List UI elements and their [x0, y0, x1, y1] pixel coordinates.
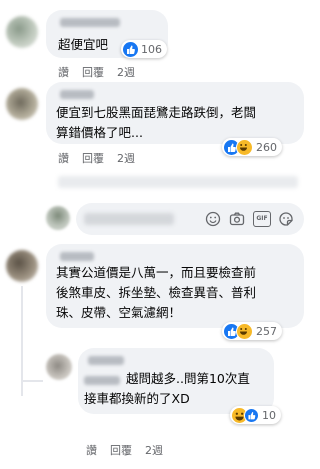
like-link[interactable]: 讚 [58, 64, 69, 80]
reply-link[interactable]: 回覆 [82, 150, 104, 166]
view-replies-link[interactable] [58, 176, 298, 188]
camera-icon[interactable] [229, 211, 245, 227]
reaction-count: 106 [141, 42, 162, 56]
gif-icon[interactable]: GIF [253, 211, 271, 227]
sticker-icon[interactable] [278, 211, 294, 227]
comment-avatar[interactable] [6, 88, 38, 120]
like-reaction-icon [244, 407, 259, 423]
commenter-name[interactable] [60, 18, 120, 27]
like-reaction-icon [123, 41, 138, 57]
comment-avatar[interactable] [6, 250, 38, 282]
haha-reaction-icon [236, 138, 253, 156]
reply-text: 越問越多..問第10次直 [126, 371, 250, 386]
like-link[interactable]: 讚 [58, 150, 69, 166]
comment-actions: 讚回覆 2週 [58, 64, 148, 80]
timestamp[interactable]: 2週 [117, 150, 135, 166]
reply-link[interactable]: 回覆 [82, 64, 104, 80]
mentioned-user[interactable] [84, 376, 120, 385]
reaction-count: 260 [256, 140, 277, 154]
haha-reaction-icon [236, 322, 253, 340]
comment-text: 後煞車皮、拆坐墊、檢查異音、普利 [56, 285, 257, 300]
reply-text: 接車都換新的了XD [84, 391, 190, 406]
commenter-name[interactable] [88, 356, 124, 365]
comment-actions: 讚回覆 2週 [86, 442, 176, 458]
comment-text: 其實公道價是八萬一，而且要檢查前 [56, 265, 257, 280]
reaction-summary[interactable]: 106 [121, 40, 167, 58]
comment-actions: 讚回覆 2週 [58, 150, 148, 166]
comment-bubble: 便宜到七股黑面琵鷺走路跌倒，老闆 算錯價格了吧... [46, 82, 304, 144]
reply-avatar[interactable] [46, 354, 72, 380]
reaction-summary[interactable]: 10 [230, 406, 281, 424]
reaction-summary[interactable]: 257 [222, 322, 282, 340]
composer-placeholder [84, 213, 174, 225]
commenter-name[interactable] [60, 252, 94, 261]
like-link[interactable]: 讚 [86, 442, 97, 458]
reply-bubble: 越問越多..問第10次直 接車都換新的了XD [78, 348, 274, 414]
reaction-summary[interactable]: 260 [222, 138, 282, 156]
reply-thread-curve [21, 380, 43, 382]
composer-avatar [46, 206, 70, 230]
timestamp[interactable]: 2週 [117, 64, 135, 80]
comment-text: 便宜到七股黑面琵鷺走路跌倒，老闆 [56, 105, 257, 120]
commenter-name[interactable] [60, 90, 94, 99]
comment-bubble: 其實公道價是八萬一，而且要檢查前 後煞車皮、拆坐墊、檢查異音、普利 珠、皮帶、空… [46, 244, 304, 328]
comment-text: 珠、皮帶、空氣濾網！ [56, 305, 182, 320]
emoji-icon[interactable] [205, 211, 221, 227]
reaction-count: 10 [262, 408, 276, 422]
reaction-count: 257 [256, 324, 277, 338]
comment-text: 算錯價格了吧... [56, 125, 143, 140]
comment-text: 超便宜吧 [58, 37, 109, 52]
comment-composer[interactable]: GIF [76, 203, 304, 235]
reply-link[interactable]: 回覆 [110, 442, 132, 458]
timestamp[interactable]: 2週 [145, 442, 163, 458]
comment-avatar[interactable] [6, 16, 38, 48]
